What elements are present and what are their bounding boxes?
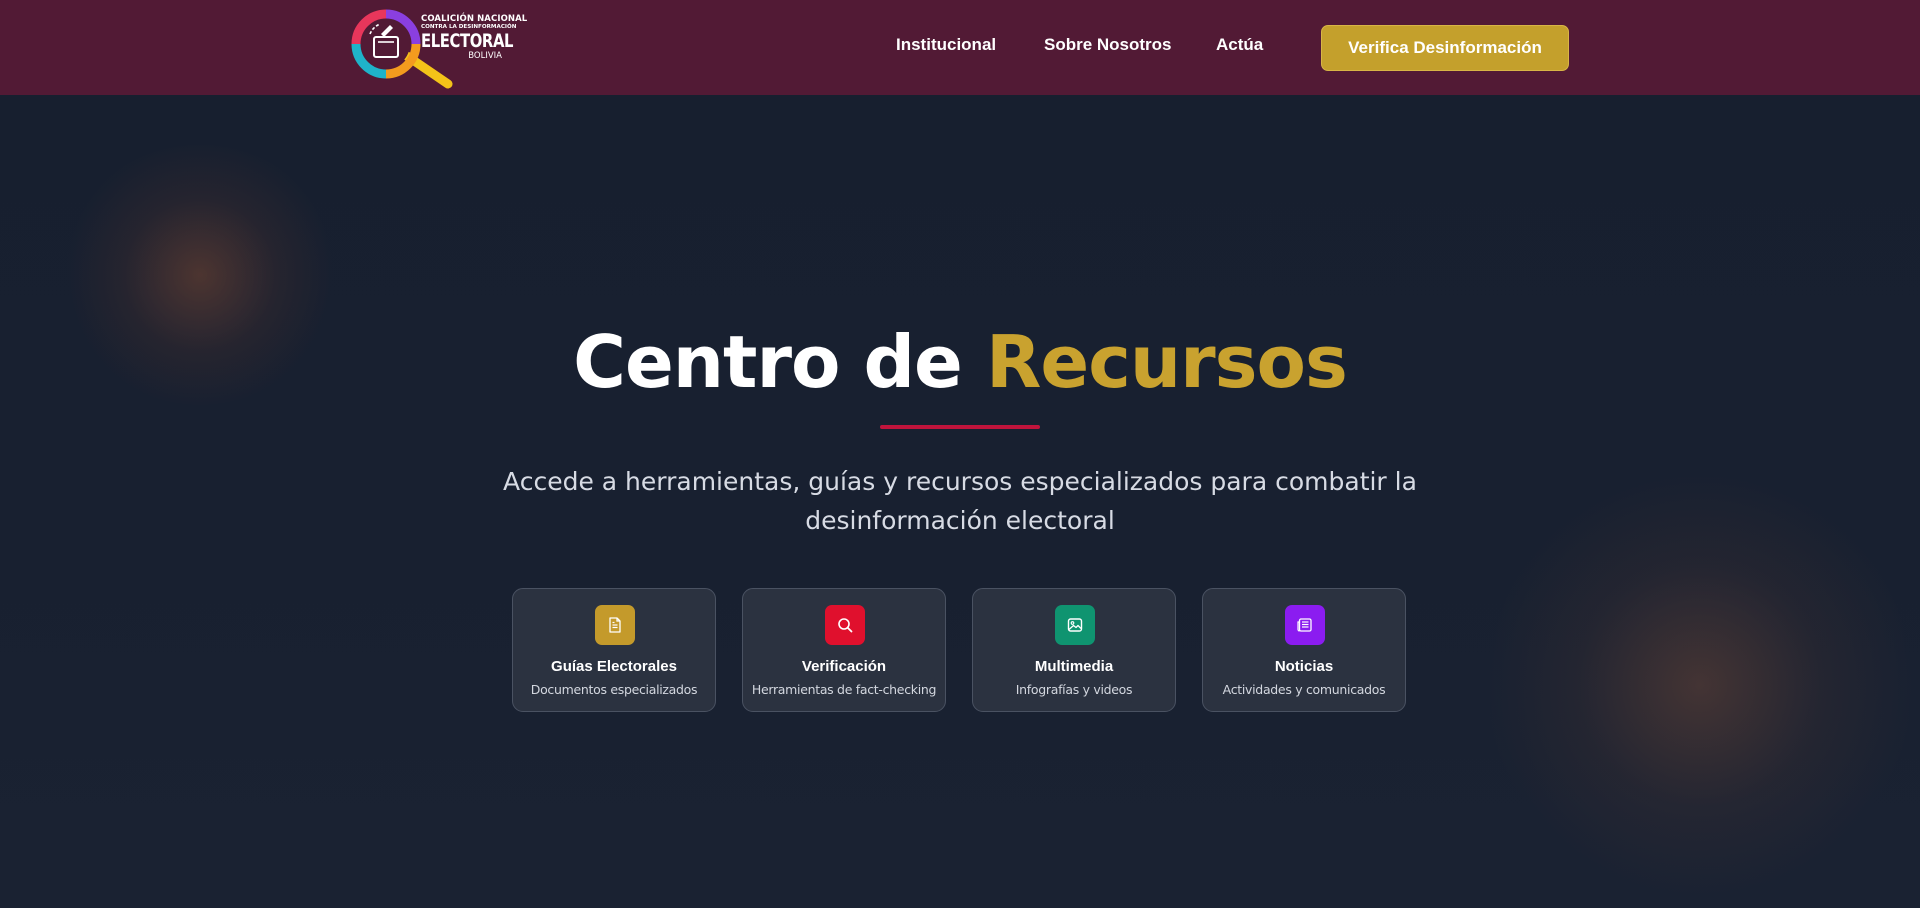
- card-description: Infografías y videos: [1015, 682, 1133, 697]
- image-icon: [1055, 605, 1095, 645]
- page-title: Centro de Recursos: [0, 320, 1920, 404]
- page-subtitle: Accede a herramientas, guías y recursos …: [503, 467, 1417, 535]
- card-description: Actividades y comunicados: [1222, 682, 1386, 697]
- background-glow: [1480, 475, 1920, 895]
- site-logo[interactable]: COALICIÓN NACIONAL CONTRA LA DESINFORMAC…: [350, 6, 527, 90]
- card-title: Multimedia: [1034, 658, 1114, 675]
- logo-title-line: COALICIÓN NACIONAL: [421, 14, 528, 24]
- document-icon: [595, 605, 635, 645]
- resource-card-guias[interactable]: Guías Electorales Documentos especializa…: [512, 588, 716, 712]
- title-underline: [880, 425, 1040, 429]
- card-title: Guías Electorales: [551, 658, 677, 675]
- card-title: Noticias: [1274, 658, 1334, 675]
- card-description: Herramientas de fact-checking: [751, 682, 937, 697]
- resource-card-noticias[interactable]: Noticias Actividades y comunicados: [1202, 588, 1406, 712]
- resource-card-verificacion[interactable]: Verificación Herramientas de fact-checki…: [742, 588, 946, 712]
- logo-main-word: ELECTORAL: [421, 30, 514, 53]
- page-title-main: Centro de: [573, 320, 986, 404]
- page-title-accent: Recursos: [985, 320, 1348, 404]
- newspaper-icon: [1285, 605, 1325, 645]
- navbar: COALICIÓN NACIONAL CONTRA LA DESINFORMAC…: [0, 0, 1920, 95]
- nav-link-sobre-nosotros[interactable]: Sobre Nosotros: [1044, 35, 1172, 55]
- logo-country: BOLIVIA: [468, 51, 502, 62]
- verifica-desinformacion-button[interactable]: Verifica Desinformación: [1321, 25, 1569, 71]
- resource-card-multimedia[interactable]: Multimedia Infografías y videos: [972, 588, 1176, 712]
- nav-link-institucional[interactable]: Institucional: [896, 35, 996, 55]
- search-icon: [825, 605, 865, 645]
- nav-link-actua[interactable]: Actúa: [1216, 35, 1263, 55]
- card-description: Documentos especializados: [530, 682, 698, 697]
- card-title: Verificación: [801, 658, 887, 675]
